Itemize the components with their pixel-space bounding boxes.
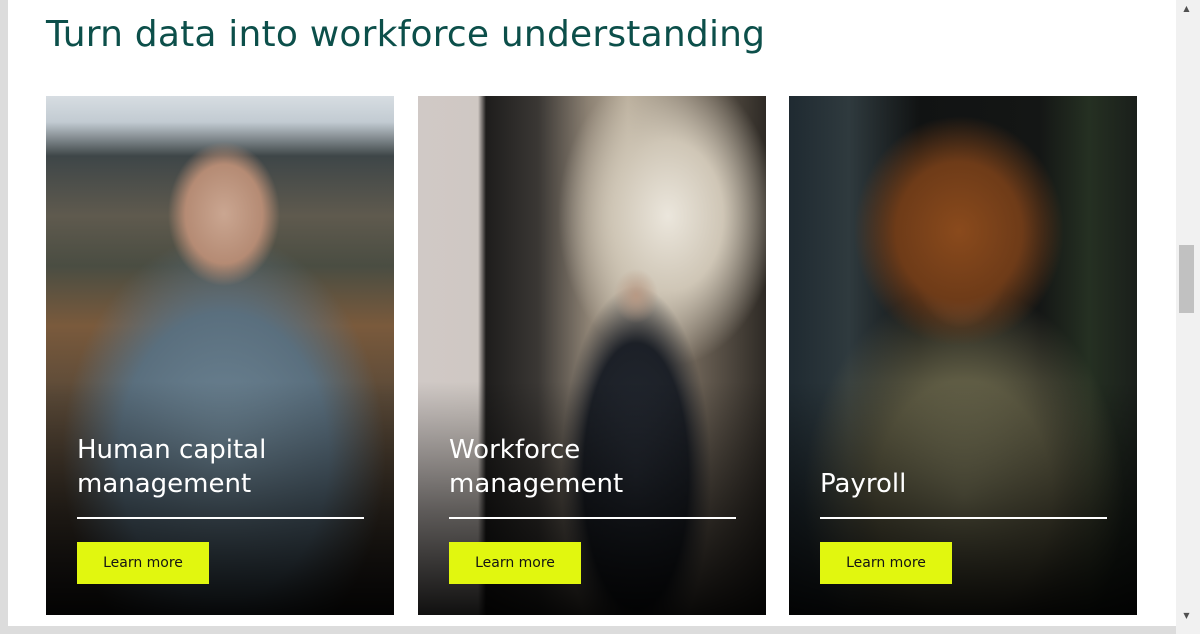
learn-more-button[interactable]: Learn more [77,542,209,584]
vertical-scrollbar[interactable]: ▲ ▼ [1176,0,1200,634]
card-title: Human capital management [77,435,267,499]
card-overlay [789,96,1137,615]
card-divider [77,517,364,519]
learn-more-button[interactable]: Learn more [449,542,581,584]
card-divider [449,517,736,519]
scroll-down-icon[interactable]: ▼ [1179,609,1194,623]
card-human-capital-management[interactable]: Human capital management Learn more [46,96,394,615]
window-bottom-edge [0,626,1176,634]
page-viewport: Turn data into workforce understanding H… [8,0,1176,626]
card-divider [820,517,1107,519]
learn-more-button[interactable]: Learn more [820,542,952,584]
section-heading: Turn data into workforce understanding [46,14,766,55]
scroll-up-icon[interactable]: ▲ [1179,2,1194,16]
card-title: Workforce management [449,435,624,499]
card-title: Payroll [820,469,907,499]
card-workforce-management[interactable]: Workforce management Learn more [418,96,766,615]
scrollbar-thumb[interactable] [1179,245,1194,313]
card-overlay [418,96,766,615]
card-payroll[interactable]: Payroll Learn more [789,96,1137,615]
card-overlay [46,96,394,615]
